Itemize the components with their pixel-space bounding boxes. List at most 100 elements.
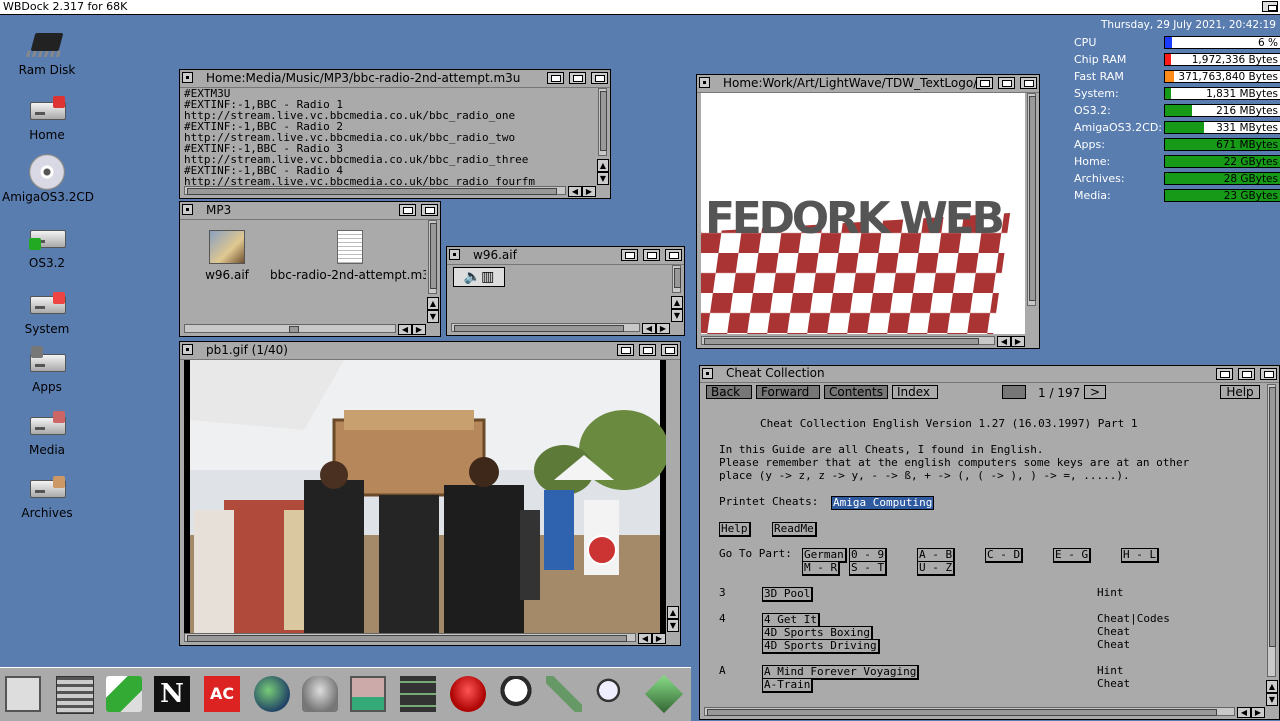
desktop-icon-amigaos-cd[interactable]: AmigaOS3.2CD xyxy=(2,154,94,204)
part-link[interactable]: E - G xyxy=(1053,548,1092,563)
scroll-up-arrow[interactable]: ▲ xyxy=(597,159,609,172)
horizontal-scrollbar[interactable]: ◀ ▶ xyxy=(184,633,666,644)
depth-gadget[interactable] xyxy=(421,204,438,216)
scroll-up-arrow[interactable]: ▲ xyxy=(427,297,439,310)
zoom-gadget[interactable] xyxy=(998,77,1015,89)
vertical-scrollbar[interactable]: ▲ ▼ xyxy=(597,88,609,186)
close-gadget[interactable] xyxy=(449,249,460,260)
depth-gadget[interactable] xyxy=(1020,77,1037,89)
vertical-scrollbar[interactable]: ▲ ▼ xyxy=(427,220,439,324)
part-link[interactable]: S - T xyxy=(849,561,888,576)
green-cube-icon[interactable] xyxy=(644,674,684,714)
audio-view[interactable]: 🔈▥ xyxy=(451,265,670,323)
aif-player-window[interactable]: w96.aif 🔈▥ ▲ ▼ ◀ ▶ xyxy=(446,246,685,336)
scroll-knob[interactable] xyxy=(454,325,624,332)
scroll-down-arrow[interactable]: ▼ xyxy=(667,619,679,632)
iconify-gadget[interactable] xyxy=(1216,368,1233,380)
red-button-icon[interactable] xyxy=(450,676,486,712)
scroll-left-arrow[interactable]: ◀ xyxy=(398,324,412,335)
scroll-knob[interactable] xyxy=(674,268,681,288)
depth-gadget[interactable] xyxy=(591,72,608,84)
scroll-knob[interactable] xyxy=(187,635,627,642)
sheep-icon[interactable] xyxy=(498,676,534,712)
calculator-icon[interactable] xyxy=(56,676,94,714)
file-icon-m3u[interactable]: bbc-radio-2nd-attempt.m3u xyxy=(270,230,426,282)
scroll-knob[interactable] xyxy=(1269,387,1276,647)
zoom-gadget[interactable] xyxy=(1238,368,1255,380)
depth-gadget[interactable] xyxy=(1260,368,1277,380)
magnifier-icon[interactable] xyxy=(594,676,630,712)
previous-page-button[interactable] xyxy=(1002,385,1026,399)
horizontal-scrollbar[interactable]: ◀ ▶ xyxy=(451,323,670,334)
iconify-gadget[interactable] xyxy=(976,77,993,89)
horizontal-scrollbar[interactable]: ◀ ▶ xyxy=(184,186,596,197)
bust-icon[interactable] xyxy=(302,676,338,712)
depth-gadget[interactable] xyxy=(661,344,678,356)
notepad-icon[interactable] xyxy=(106,676,142,712)
window-title-bar[interactable]: pb1.gif (1/40) xyxy=(180,342,680,360)
desktop-icon-ram-disk[interactable]: Ram Disk xyxy=(2,27,92,77)
close-gadget[interactable] xyxy=(182,204,193,215)
scroll-down-arrow[interactable]: ▼ xyxy=(427,310,439,323)
part-link[interactable]: C - D xyxy=(985,548,1024,563)
contents-button[interactable]: Contents xyxy=(824,385,888,399)
zoom-gadget[interactable] xyxy=(569,72,586,84)
window-title-bar[interactable]: Cheat Collection xyxy=(700,366,1279,383)
scroll-right-arrow[interactable]: ▶ xyxy=(1251,707,1265,718)
part-link[interactable]: H - L xyxy=(1121,548,1160,563)
scroll-right-arrow[interactable]: ▶ xyxy=(1011,336,1025,347)
window-title-bar[interactable]: MP3 xyxy=(180,202,440,220)
close-gadget[interactable] xyxy=(702,368,713,379)
part-link[interactable]: U - Z xyxy=(917,561,956,576)
lightwave-render-window[interactable]: Home:Work/Art/LightWave/TDW_TextLogo/ FE… xyxy=(696,74,1040,349)
forward-button[interactable]: Forward xyxy=(756,385,820,399)
picture-viewer-icon[interactable] xyxy=(350,676,386,712)
help-button[interactable]: Help xyxy=(1220,385,1260,399)
scroll-knob[interactable] xyxy=(1029,96,1036,301)
part-link[interactable]: M - R xyxy=(802,561,841,576)
flashlight-icon[interactable] xyxy=(546,676,582,712)
scroll-up-arrow[interactable]: ▲ xyxy=(1266,680,1278,693)
window-title-bar[interactable]: w96.aif xyxy=(447,247,684,265)
gif-viewer-window[interactable]: pb1.gif (1/40) ▲ ▼ ◀ ▶ xyxy=(179,341,681,646)
scroll-down-arrow[interactable]: ▼ xyxy=(597,172,609,185)
desktop-icon-apps[interactable]: Apps xyxy=(2,344,92,394)
cheat-entry-link[interactable]: 3D Pool xyxy=(762,587,814,602)
close-gadget[interactable] xyxy=(182,72,193,83)
scroll-left-arrow[interactable]: ◀ xyxy=(642,323,656,334)
browser-globe-icon[interactable] xyxy=(254,676,290,712)
vertical-scrollbar[interactable]: ▲ ▼ xyxy=(671,265,683,323)
scroll-left-arrow[interactable]: ◀ xyxy=(638,633,652,644)
media-rack-icon[interactable] xyxy=(400,676,436,712)
zoom-gadget[interactable] xyxy=(399,204,416,216)
scroll-up-arrow[interactable]: ▲ xyxy=(667,606,679,619)
zoom-gadget[interactable] xyxy=(643,249,660,261)
amiga-computing-link[interactable]: Amiga Computing xyxy=(831,496,935,510)
shell-icon[interactable] xyxy=(5,676,41,712)
scroll-knob[interactable] xyxy=(187,188,557,195)
scroll-right-arrow[interactable]: ▶ xyxy=(412,324,426,335)
iconify-gadget[interactable] xyxy=(621,249,638,261)
desktop-icon-os32[interactable]: OS3.2 xyxy=(2,220,92,270)
vertical-scrollbar[interactable]: ▲ ▼ xyxy=(1266,384,1278,707)
guide-text-area[interactable]: Cheat Collection English Version 1.27 (1… xyxy=(704,404,1265,707)
cheat-entry-link[interactable]: 4D Sports Driving xyxy=(762,639,880,654)
scroll-knob[interactable] xyxy=(707,709,1217,716)
horizontal-scrollbar[interactable]: ◀ ▶ xyxy=(704,707,1265,718)
window-title-bar[interactable]: Home:Work/Art/LightWave/TDW_TextLogo/ xyxy=(697,75,1039,93)
iconify-gadget[interactable] xyxy=(617,344,634,356)
aminet-icon[interactable]: AC xyxy=(204,676,240,712)
mp3-drawer-window[interactable]: MP3 w96.aif bbc-radio-2nd-attempt.m3u ▲ … xyxy=(179,201,441,337)
next-page-button[interactable]: > xyxy=(1084,385,1106,399)
scroll-left-arrow[interactable]: ◀ xyxy=(1237,707,1251,718)
scroll-right-arrow[interactable]: ▶ xyxy=(652,633,666,644)
drawer-contents[interactable]: w96.aif bbc-radio-2nd-attempt.m3u xyxy=(184,220,426,324)
horizontal-scrollbar[interactable]: ◀ ▶ xyxy=(184,324,426,335)
scroll-left-arrow[interactable]: ◀ xyxy=(997,336,1011,347)
back-button[interactable]: Back xyxy=(706,385,752,399)
screen-depth-gadget[interactable] xyxy=(1262,1,1278,12)
desktop-icon-home[interactable]: Home xyxy=(2,92,92,142)
index-button[interactable]: Index xyxy=(892,385,938,399)
scroll-knob[interactable] xyxy=(430,223,437,289)
scroll-down-arrow[interactable]: ▼ xyxy=(671,309,683,322)
